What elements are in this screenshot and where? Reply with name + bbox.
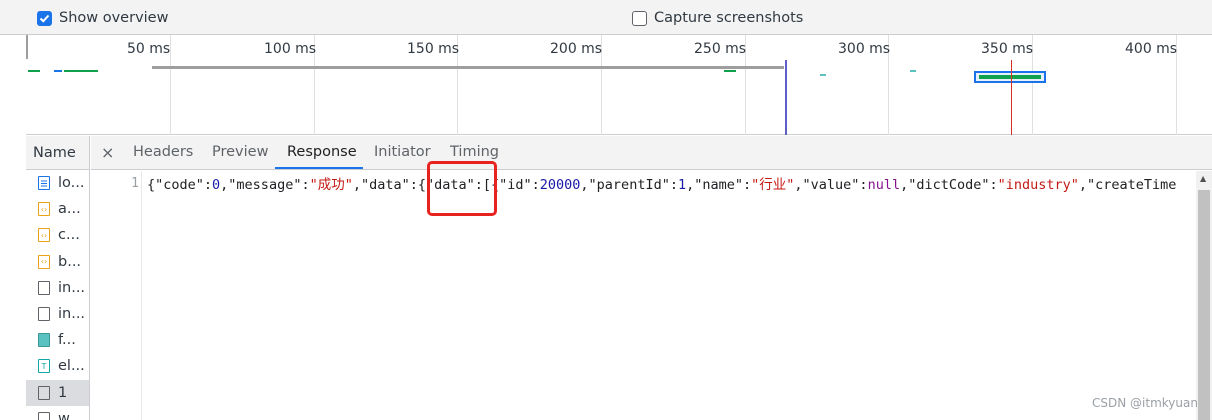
json-token: null: [867, 177, 901, 193]
request-bar: [64, 70, 98, 72]
json-token: "industry": [997, 177, 1079, 193]
json-token: "成功": [309, 177, 353, 193]
request-row[interactable]: lo...: [26, 170, 89, 196]
request-bar: [910, 70, 916, 72]
tab-headers[interactable]: Headers: [133, 144, 193, 160]
overview-left-edge: [26, 35, 28, 59]
time-tick: 200 ms: [550, 41, 603, 57]
json-token: ,"value":: [794, 177, 868, 193]
request-row[interactable]: f...: [26, 327, 89, 353]
request-bar: [54, 70, 62, 72]
request-name: in...: [58, 279, 86, 296]
capture-screenshots-label: Capture screenshots: [654, 10, 804, 26]
network-overview-timeline[interactable]: 50 ms 100 ms 150 ms 200 ms 250 ms 300 ms…: [26, 35, 1212, 135]
blank-file-icon: [38, 411, 50, 420]
checkbox-unchecked-icon: [632, 10, 647, 26]
request-name: f...: [58, 332, 76, 349]
highlight-annotation-box: [427, 161, 497, 216]
blank-file-icon: [38, 385, 50, 400]
request-row[interactable]: T el...: [26, 353, 89, 379]
scrollbar-thumb[interactable]: [1198, 190, 1210, 420]
line-number-gutter: 1: [91, 171, 142, 420]
script-icon: ‹›: [38, 202, 50, 217]
scroll-up-arrow-icon[interactable]: ▲: [1200, 174, 1206, 183]
request-name: w...: [58, 410, 83, 420]
json-token: 1: [677, 177, 687, 193]
time-tick: 250 ms: [694, 41, 747, 57]
time-tick: 100 ms: [264, 41, 317, 57]
script-icon: ‹›: [38, 228, 50, 243]
request-name-column: Name lo... ‹› a... ‹› c... ‹› b... in...…: [26, 136, 90, 420]
request-name: c...: [58, 227, 80, 244]
show-overview-label: Show overview: [59, 10, 169, 26]
time-tick: 50 ms: [127, 41, 171, 57]
time-tick: 350 ms: [981, 41, 1034, 57]
request-bar: [152, 66, 784, 69]
request-row-selected[interactable]: 1: [26, 379, 89, 406]
request-name: a...: [58, 201, 81, 218]
doc-icon: [38, 176, 50, 191]
tab-initiator[interactable]: Initiator: [374, 144, 431, 160]
request-row[interactable]: ‹› b...: [26, 249, 89, 275]
show-overview-checkbox[interactable]: Show overview: [37, 9, 168, 27]
request-name: 1: [58, 384, 68, 401]
request-name: in...: [58, 306, 86, 323]
request-row[interactable]: in...: [26, 301, 89, 327]
load-event-marker: [1011, 60, 1012, 135]
json-token: ,"dictCode":: [900, 177, 998, 193]
request-row[interactable]: in...: [26, 275, 89, 301]
request-row[interactable]: ‹› a...: [26, 196, 89, 222]
json-token: 0: [212, 177, 221, 193]
json-token: "行业": [751, 177, 795, 193]
watermark: CSDN @itmkyuan: [1092, 396, 1198, 410]
time-tick: 300 ms: [838, 41, 891, 57]
tab-preview[interactable]: Preview: [212, 144, 268, 160]
tab-timing[interactable]: Timing: [450, 144, 499, 160]
request-detail-tabs: × Headers Preview Response Initiator Tim…: [91, 136, 1212, 170]
request-name: lo...: [58, 175, 85, 192]
request-bar: [28, 70, 40, 72]
font-icon: T: [38, 359, 50, 374]
request-name: el...: [58, 358, 85, 375]
dom-content-loaded-marker: [785, 60, 787, 135]
json-token: ,"message":: [220, 177, 310, 193]
time-tick: 400 ms: [1125, 41, 1178, 57]
request-bar: [979, 75, 1041, 79]
request-row[interactable]: w...: [26, 406, 89, 420]
json-token: {"code":: [147, 177, 213, 193]
json-token: ,"parentId":: [580, 177, 678, 193]
line-number: 1: [131, 176, 139, 191]
json-token: ,"createTime: [1078, 177, 1177, 193]
json-token: 20000: [539, 177, 581, 193]
request-bar: [724, 70, 736, 72]
request-row[interactable]: ‹› c...: [26, 222, 89, 248]
image-icon: [38, 333, 50, 348]
blank-file-icon: [38, 307, 50, 322]
request-name: b...: [58, 253, 82, 270]
json-token: ,"name":: [686, 177, 752, 193]
network-toolbar: Show overview Capture screenshots: [0, 0, 1212, 35]
tab-response[interactable]: Response: [287, 144, 357, 160]
response-body-line[interactable]: {"code":0,"message":"成功","data":{"data":…: [147, 176, 1195, 194]
checkbox-checked-icon: [37, 10, 52, 26]
capture-screenshots-checkbox[interactable]: Capture screenshots: [632, 9, 803, 27]
request-bar: [820, 74, 826, 76]
close-icon[interactable]: ×: [101, 143, 114, 162]
script-icon: ‹›: [38, 254, 50, 269]
active-tab-indicator: [275, 167, 363, 169]
name-column-header[interactable]: Name: [26, 136, 89, 170]
time-tick: 150 ms: [407, 41, 460, 57]
blank-file-icon: [38, 280, 50, 295]
response-editor[interactable]: 1 {"code":0,"message":"成功","data":{"data…: [91, 171, 1212, 420]
